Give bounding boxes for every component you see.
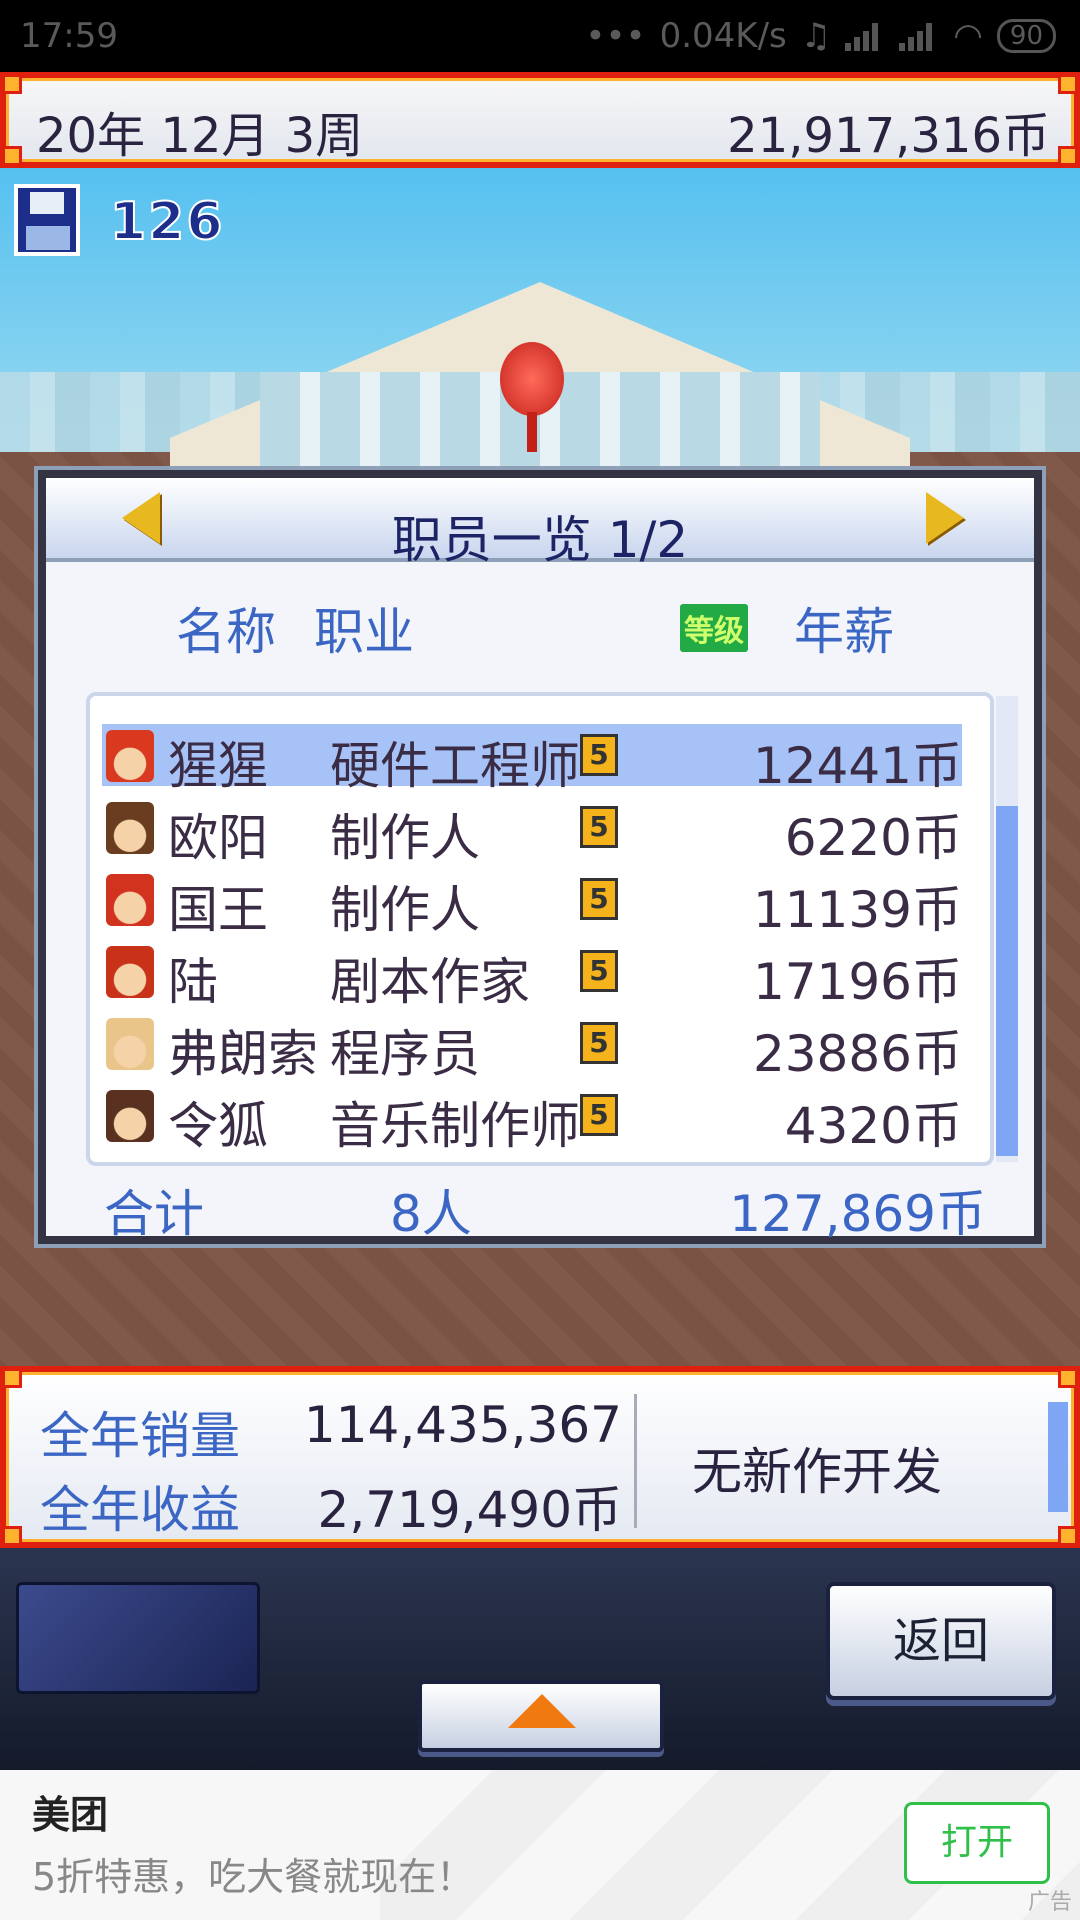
- annual-sales-label: 全年销量: [40, 1407, 240, 1465]
- staff-salary: 12441币: [752, 737, 962, 795]
- staff-level: 5: [580, 734, 618, 776]
- total-count: 8人: [390, 1185, 472, 1243]
- annual-sales-value: 114,435,367: [303, 1396, 622, 1454]
- staff-list-scrollbar[interactable]: [996, 696, 1018, 1162]
- ad-open-button[interactable]: 打开: [904, 1802, 1050, 1884]
- staff-avatar: [106, 730, 154, 782]
- annual-revenue-label: 全年收益: [40, 1481, 240, 1539]
- staff-job: 剧本作家: [330, 953, 530, 1011]
- total-salary: 127,869币: [729, 1185, 986, 1243]
- frame-corner: [2, 1368, 22, 1388]
- expand-button[interactable]: [418, 1680, 664, 1752]
- status-bar: 17:59 ••• 0.04K/s ♫ ◠ 90: [0, 0, 1080, 72]
- top-info-bar: 20年 12月 3周 21,917,316币: [0, 72, 1080, 168]
- staff-job: 制作人: [330, 809, 480, 867]
- staff-list: 猩猩 硬件工程师 5 12441币 欧阳 制作人 5 6220币 国王 制作人 …: [86, 692, 1018, 1166]
- annual-revenue-value: 2,719,490币: [317, 1481, 622, 1539]
- lantern-tassel: [527, 412, 537, 452]
- frame-corner: [1058, 74, 1078, 94]
- staff-row[interactable]: 欧阳 制作人 5 6220币: [102, 796, 962, 867]
- total-label: 合计: [104, 1185, 204, 1243]
- net-speed: 0.04K/s: [659, 16, 787, 56]
- status-indicators: ••• 0.04K/s ♫ ◠ 90: [585, 16, 1056, 56]
- battery-icon: 90: [996, 19, 1056, 53]
- column-salary-header[interactable]: 年薪: [794, 592, 894, 664]
- panel-header: 职员一览 1/2: [46, 478, 1034, 569]
- staff-avatar: [106, 1090, 154, 1142]
- staff-salary: 6220币: [784, 809, 962, 867]
- control-bar: 返回: [0, 1548, 1080, 1770]
- ad-tag: 广告: [1027, 1890, 1072, 1915]
- staff-row[interactable]: 陆 剧本作家 5 17196币: [102, 940, 962, 1011]
- column-job-header[interactable]: 职业: [314, 592, 414, 664]
- staff-name: 陆: [168, 953, 218, 1011]
- development-status: 无新作开发: [692, 1443, 942, 1501]
- staff-row[interactable]: 猩猩 硬件工程师 5 12441币: [102, 724, 962, 795]
- wifi-icon: ◠: [953, 16, 983, 56]
- staff-name: 弗朗索: [168, 1025, 318, 1083]
- lantern-icon: [500, 342, 564, 416]
- menu-button[interactable]: [16, 1582, 260, 1694]
- back-button[interactable]: 返回: [826, 1582, 1056, 1700]
- staff-avatar: [106, 802, 154, 854]
- signal-icon: [845, 21, 885, 51]
- staff-name: 欧阳: [168, 809, 268, 867]
- frame-corner: [1058, 1368, 1078, 1388]
- staff-level: 5: [580, 1022, 618, 1064]
- ad-banner[interactable]: 美团 5折特惠，吃大餐就现在！ 打开 广告: [0, 1770, 1080, 1920]
- floppy-label: [26, 226, 70, 250]
- annual-info-bar: 全年销量 114,435,367 全年收益 2,719,490币 无新作开发: [0, 1366, 1080, 1548]
- staff-job: 制作人: [330, 881, 480, 939]
- staff-level: 5: [580, 1094, 618, 1136]
- floppy-disk-icon[interactable]: [14, 184, 80, 256]
- staff-avatar: [106, 1018, 154, 1070]
- frame-corner: [2, 74, 22, 94]
- staff-row[interactable]: 令狐 音乐制作师 5 4320币: [102, 1084, 962, 1155]
- ad-text: 5折特惠，吃大餐就现在！: [32, 1855, 475, 1899]
- staff-level: 5: [580, 806, 618, 848]
- game-date: 20年 12月 3周: [36, 108, 364, 164]
- staff-list-panel: 职员一览 1/2 名称 职业 等级 年薪 猩猩 硬件工程师 5 12441币 欧…: [38, 470, 1042, 1244]
- staff-avatar: [106, 946, 154, 998]
- staff-level: 5: [580, 878, 618, 920]
- panel-body: 名称 职业 等级 年薪 猩猩 硬件工程师 5 12441币 欧阳 制作人 5 6…: [46, 562, 1034, 1243]
- staff-salary: 23886币: [752, 1025, 962, 1083]
- staff-job: 程序员: [330, 1025, 480, 1083]
- staff-job: 硬件工程师: [330, 737, 580, 795]
- staff-salary: 4320币: [784, 1097, 962, 1155]
- more-dots-icon: •••: [585, 16, 646, 56]
- signal-icon: [899, 21, 939, 51]
- staff-avatar: [106, 874, 154, 926]
- column-name-header[interactable]: 名称: [176, 592, 276, 664]
- frame-corner: [1058, 1526, 1078, 1546]
- staff-salary: 17196币: [752, 953, 962, 1011]
- staff-name: 猩猩: [168, 737, 268, 795]
- staff-name: 令狐: [168, 1097, 268, 1155]
- status-time: 17:59: [20, 16, 118, 56]
- save-count: 126: [109, 191, 225, 253]
- scrollbar-thumb[interactable]: [996, 806, 1018, 1156]
- frame-corner: [2, 146, 22, 166]
- frame-corner: [2, 1526, 22, 1546]
- money-balance: 21,917,316币: [727, 108, 1050, 164]
- staff-level: 5: [580, 950, 618, 992]
- up-arrow-icon: [508, 1694, 576, 1728]
- ad-brand: 美团: [32, 1793, 109, 1837]
- frame-corner: [1058, 146, 1078, 166]
- headphone-icon: ♫: [800, 16, 832, 56]
- staff-salary: 11139币: [752, 881, 962, 939]
- next-page-icon[interactable]: [926, 492, 964, 544]
- column-level-header[interactable]: 等级: [680, 604, 748, 652]
- staff-row[interactable]: 国王 制作人 5 11139币: [102, 868, 962, 939]
- staff-name: 国王: [168, 881, 268, 939]
- divider: [634, 1394, 637, 1528]
- staff-row[interactable]: 弗朗索 程序员 5 23886币: [102, 1012, 962, 1083]
- info-scrollbar[interactable]: [1048, 1402, 1068, 1512]
- staff-job: 音乐制作师: [330, 1097, 580, 1155]
- floppy-shutter: [30, 192, 64, 214]
